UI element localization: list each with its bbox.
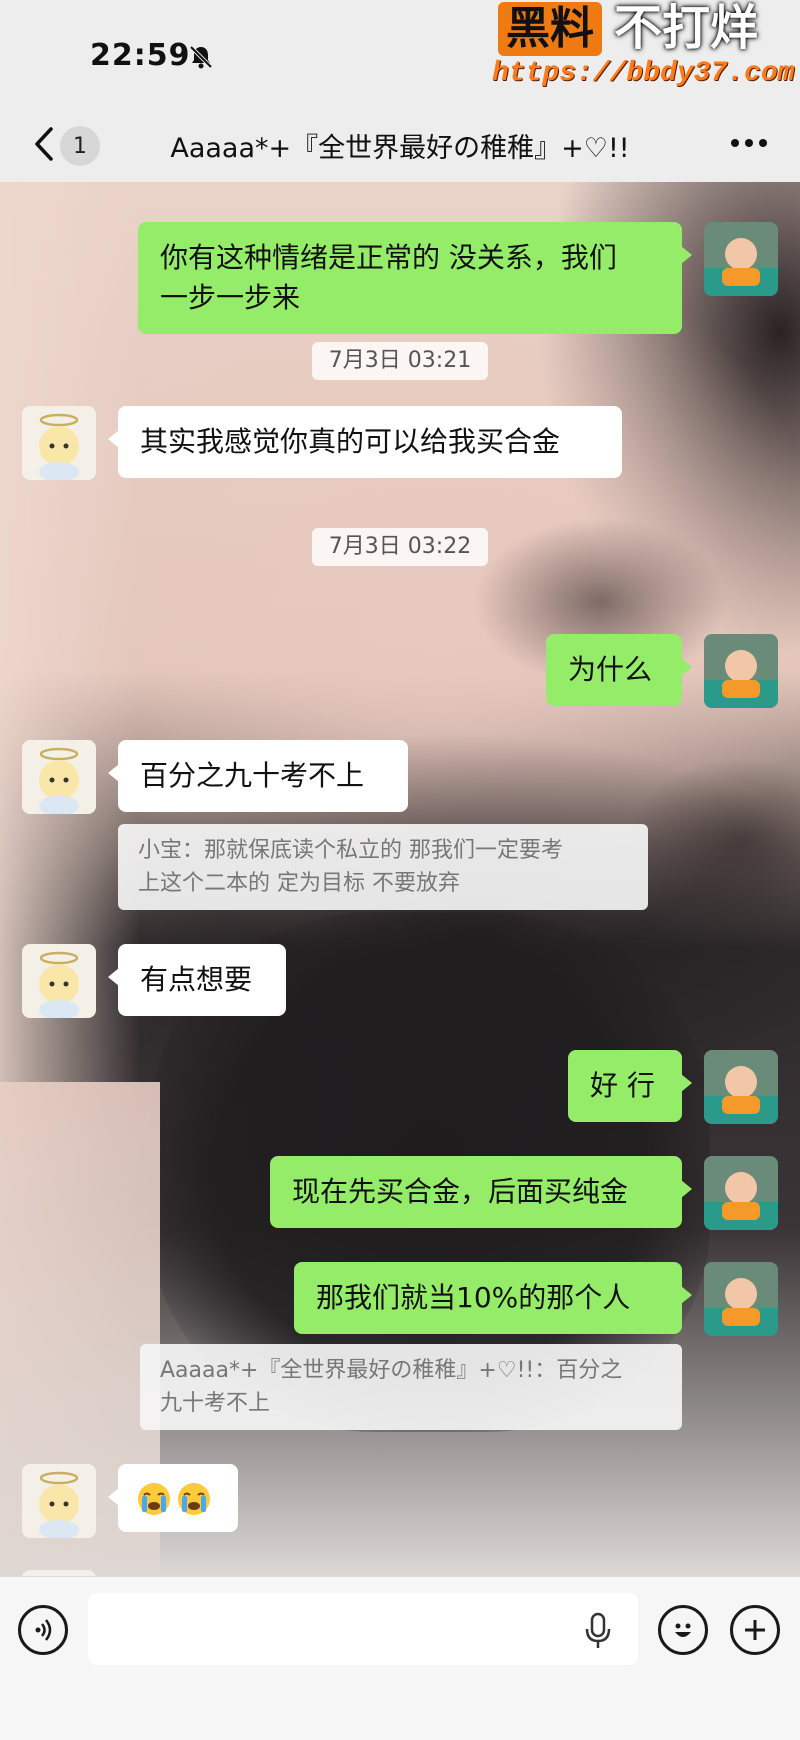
message-bubble[interactable]: 好 行 bbox=[568, 1050, 692, 1122]
emoji-button[interactable] bbox=[658, 1605, 708, 1655]
contact-avatar[interactable] bbox=[22, 1464, 96, 1538]
contact-avatar[interactable] bbox=[22, 740, 96, 814]
microphone-icon[interactable] bbox=[580, 1611, 616, 1651]
voice-mode-icon bbox=[35, 1619, 52, 1641]
quoted-text-line: 九十考不上 bbox=[160, 1391, 271, 1416]
status-time: 22:59 bbox=[90, 38, 191, 73]
watermark-badge: 黑料 bbox=[498, 2, 602, 56]
quoted-text-line: Aaaaa*+『全世界最好の稚稚』+♡!!：百分之 bbox=[160, 1358, 623, 1383]
chat-message-list[interactable]: 你有这种情绪是正常的 没关系，我们 一步一步来 7月3日 03:21 其实我感觉… bbox=[0, 182, 800, 1576]
watermark-url: https://bbdy37.com bbox=[492, 58, 795, 89]
plus-icon bbox=[745, 1620, 765, 1640]
smiley-icon bbox=[675, 1623, 691, 1637]
quoted-text-line: 小宝：那就保底读个私立的 那我们一定要考 bbox=[138, 838, 563, 863]
message-text-line: 你有这种情绪是正常的 没关系，我们 bbox=[160, 241, 617, 274]
message-text: 百分之九十考不上 bbox=[140, 759, 365, 792]
back-button[interactable] bbox=[24, 122, 64, 166]
quoted-reply[interactable]: 小宝：那就保底读个私立的 那我们一定要考 上这个二本的 定为目标 不要放弃 bbox=[118, 824, 648, 910]
chat-title[interactable]: Aaaaa*+『全世界最好の稚稚』+♡!! bbox=[120, 126, 680, 165]
add-button[interactable] bbox=[730, 1605, 780, 1655]
message-bubble[interactable]: 其实我感觉你真的可以给我买合金 bbox=[108, 406, 622, 478]
message-text: 好 行 bbox=[590, 1069, 655, 1102]
voice-mode-button[interactable] bbox=[18, 1605, 68, 1655]
message-bubble[interactable]: 百分之九十考不上 bbox=[108, 740, 408, 812]
message-bubble[interactable]: 现在先买合金，后面买纯金 bbox=[270, 1156, 692, 1228]
quoted-reply[interactable]: Aaaaa*+『全世界最好の稚稚』+♡!!：百分之 九十考不上 bbox=[140, 1344, 682, 1430]
watermark: 黑料 不打烊 https://bbdy37.com bbox=[492, 0, 795, 100]
my-avatar[interactable] bbox=[704, 222, 778, 296]
message-text: 现在先买合金，后面买纯金 bbox=[292, 1175, 629, 1208]
more-dots-icon bbox=[731, 139, 767, 147]
message-text-input[interactable] bbox=[88, 1593, 638, 1665]
more-button[interactable] bbox=[724, 124, 774, 164]
contact-avatar[interactable] bbox=[22, 944, 96, 1018]
contact-avatar[interactable] bbox=[22, 406, 96, 480]
my-avatar[interactable] bbox=[704, 1156, 778, 1230]
timestamp: 7月3日 03:21 bbox=[312, 342, 488, 380]
quoted-text-line: 上这个二本的 定为目标 不要放弃 bbox=[138, 871, 460, 896]
chevron-left-icon bbox=[35, 127, 53, 161]
bell-slash-icon bbox=[189, 45, 213, 69]
message-bubble[interactable]: 那我们就当10%的那个人 bbox=[294, 1262, 692, 1334]
chat-header: 1 Aaaaa*+『全世界最好の稚稚』+♡!! bbox=[0, 110, 800, 182]
message-bubble[interactable] bbox=[108, 1464, 238, 1532]
my-avatar[interactable] bbox=[704, 634, 778, 708]
unread-count-badge: 1 bbox=[60, 126, 100, 166]
my-avatar[interactable] bbox=[704, 1050, 778, 1124]
message-input-bar bbox=[0, 1576, 800, 1740]
message-text: 其实我感觉你真的可以给我买合金 bbox=[140, 425, 561, 458]
message-text-line: 一步一步来 bbox=[160, 281, 301, 314]
loudly-crying-face-icon bbox=[178, 1483, 210, 1515]
message-bubble[interactable]: 你有这种情绪是正常的 没关系，我们 一步一步来 bbox=[138, 222, 692, 334]
loudly-crying-face-icon bbox=[138, 1483, 170, 1515]
message-bubble[interactable]: 为什么 bbox=[546, 634, 692, 706]
my-avatar[interactable] bbox=[704, 1262, 778, 1336]
watermark-slogan: 不打烊 bbox=[614, 0, 759, 56]
message-text: 有点想要 bbox=[140, 963, 253, 996]
timestamp: 7月3日 03:22 bbox=[312, 528, 488, 566]
message-text: 那我们就当10%的那个人 bbox=[316, 1281, 631, 1314]
status-bar: 22:59 黑料 不打烊 https://bbdy37.com bbox=[0, 0, 800, 110]
message-text: 为什么 bbox=[568, 653, 653, 686]
message-bubble[interactable]: 有点想要 bbox=[108, 944, 286, 1016]
